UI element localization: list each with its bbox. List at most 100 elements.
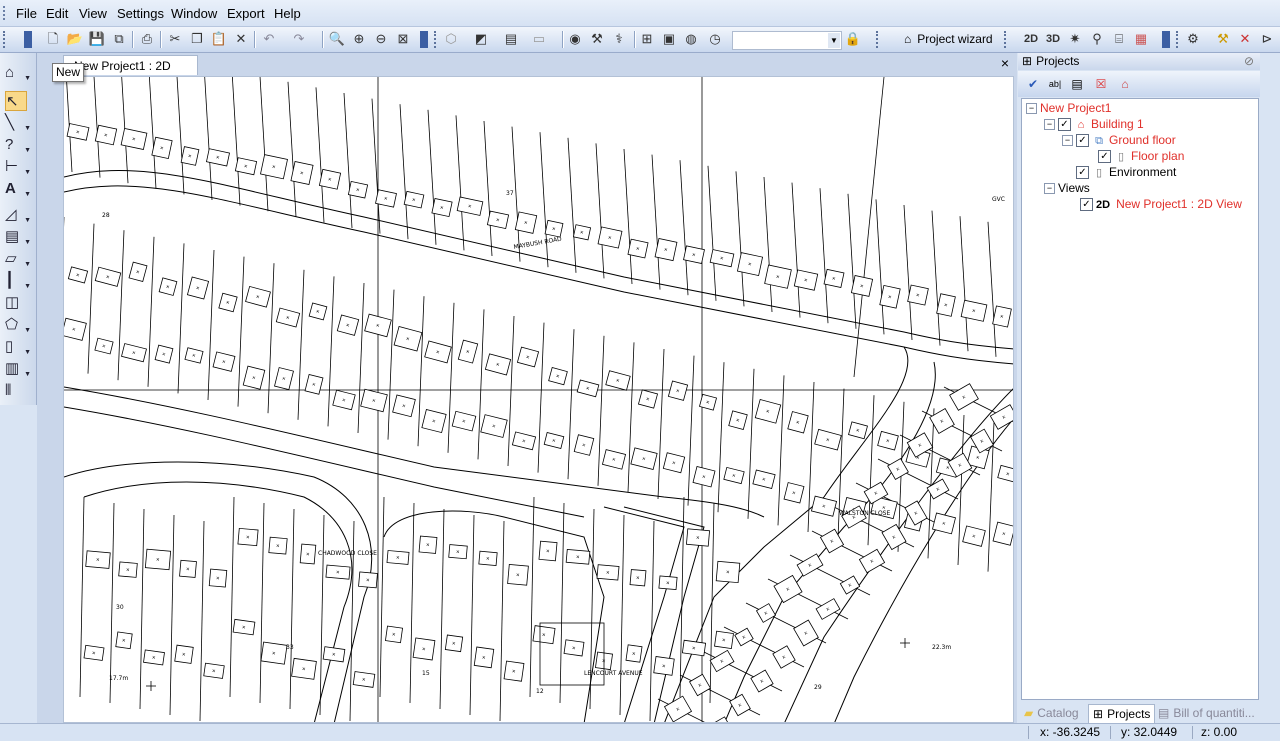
visibility-checkbox[interactable]: ✓ bbox=[1076, 134, 1089, 148]
project-wizard-button[interactable]: ⌂ Project wizard bbox=[904, 31, 993, 48]
building-icon[interactable]: ⌂ bbox=[1116, 75, 1134, 93]
toolbar-grip[interactable] bbox=[3, 31, 8, 48]
cut-icon[interactable]: ✂ bbox=[166, 30, 184, 48]
pin-icon[interactable]: ⊘ bbox=[1244, 53, 1254, 70]
line-tool-icon[interactable]: ╲ ▼ bbox=[5, 113, 31, 133]
clock-icon[interactable]: ◷ bbox=[706, 30, 724, 48]
stairs-icon[interactable]: ⌸ bbox=[1110, 30, 1128, 48]
brush-icon[interactable]: ⚕ bbox=[610, 30, 628, 48]
menu-file[interactable]: File bbox=[16, 6, 37, 21]
visibility-checkbox[interactable]: ✓ bbox=[1080, 198, 1093, 212]
toolbar-grip[interactable] bbox=[434, 31, 439, 48]
close-icon[interactable]: × bbox=[998, 56, 1012, 70]
tab-bill-of-quantities[interactable]: ▤ Bill of quantiti... bbox=[1158, 704, 1255, 722]
view-3d-button[interactable]: 3D bbox=[1044, 30, 1062, 48]
select-arrow-icon[interactable]: ↖ bbox=[5, 91, 27, 111]
view-select[interactable]: ▼ bbox=[732, 31, 842, 50]
frame-icon[interactable]: ▣ bbox=[660, 30, 678, 48]
rename-icon[interactable]: ab| bbox=[1046, 75, 1064, 93]
tree-node-views[interactable]: − Views bbox=[1044, 180, 1090, 196]
tree-node-floorplan[interactable]: ✓ ▯ Floor plan bbox=[1098, 148, 1184, 164]
render-icon[interactable]: ◉ bbox=[566, 30, 584, 48]
walk-icon[interactable]: ⚲ bbox=[1088, 30, 1106, 48]
visibility-checkbox[interactable]: ✓ bbox=[1058, 118, 1071, 132]
perspective-icon[interactable]: ◩ bbox=[472, 30, 490, 48]
toolbar-grip[interactable] bbox=[1004, 31, 1009, 48]
menu-help[interactable]: Help bbox=[274, 6, 301, 21]
texture-icon[interactable]: ▦ bbox=[1132, 30, 1150, 48]
paste-icon[interactable]: 📋 bbox=[210, 30, 228, 48]
roof-tool-icon[interactable]: ▤ ▼ bbox=[5, 227, 31, 247]
cube-icon[interactable]: ⬡ bbox=[442, 30, 460, 48]
object-tool-icon[interactable]: ◫ bbox=[5, 293, 31, 313]
toolbar-overflow[interactable] bbox=[24, 31, 32, 48]
undo-icon[interactable]: ↶ bbox=[260, 30, 278, 48]
toolbar-grip[interactable] bbox=[1176, 31, 1181, 48]
toolbar-overflow[interactable] bbox=[1162, 31, 1170, 48]
delete-icon[interactable]: ☒ bbox=[1092, 75, 1110, 93]
tree-node-floor[interactable]: − ✓ ⧉ Ground floor bbox=[1062, 132, 1176, 148]
visibility-checkbox[interactable]: ✓ bbox=[1098, 150, 1111, 164]
dimension-tool-icon[interactable]: ⊢ ▼ bbox=[5, 157, 31, 177]
measure-tool-icon[interactable]: ? ▼ bbox=[5, 135, 31, 155]
toolbar-overflow[interactable] bbox=[420, 31, 428, 48]
tab-projects[interactable]: ⊞ Projects bbox=[1088, 704, 1156, 724]
visibility-checkbox[interactable]: ✓ bbox=[1076, 166, 1089, 180]
redo-icon[interactable]: ↷ bbox=[290, 30, 308, 48]
slab-tool-icon[interactable]: ▱ ▼ bbox=[5, 249, 31, 269]
open-icon[interactable]: 📂 bbox=[66, 30, 84, 48]
remove-icon[interactable]: ✕ bbox=[1236, 30, 1254, 48]
properties-icon[interactable]: ▤ bbox=[1068, 75, 1086, 93]
zoom-fit-icon[interactable]: ⊠ bbox=[394, 30, 412, 48]
sun-icon[interactable]: ✷ bbox=[1066, 30, 1084, 48]
column-tool-icon[interactable]: ┃ ▼ bbox=[5, 271, 31, 291]
zoom-out-icon[interactable]: ⊖ bbox=[372, 30, 390, 48]
collapse-icon[interactable]: − bbox=[1062, 135, 1073, 147]
map-drawing[interactable]: × ×××× ×× ××××× ×× ×× ××××× ×××××× ××× ××××××××××… bbox=[64, 77, 1014, 723]
menu-edit[interactable]: Edit bbox=[46, 6, 68, 21]
stairs-tool-icon[interactable]: ◿ ▼ bbox=[5, 205, 31, 225]
globe-icon[interactable]: ◍ bbox=[682, 30, 700, 48]
check-icon[interactable]: ✔ bbox=[1024, 75, 1042, 93]
tree-node-environment[interactable]: ✓ ▯ Environment bbox=[1076, 164, 1176, 180]
menu-grip[interactable] bbox=[3, 6, 8, 20]
menu-export[interactable]: Export bbox=[227, 6, 265, 21]
menu-view[interactable]: View bbox=[79, 6, 107, 21]
rectangle-icon[interactable]: ▭ bbox=[530, 30, 548, 48]
tree-node-project[interactable]: − New Project1 bbox=[1026, 100, 1111, 116]
room-tool-icon[interactable]: ⬠ ▼ bbox=[5, 315, 31, 335]
collapse-icon[interactable]: − bbox=[1044, 119, 1055, 131]
menu-window[interactable]: Window bbox=[171, 6, 217, 21]
tree-node-2d-view[interactable]: ✓ 2D New Project1 : 2D View bbox=[1080, 196, 1242, 212]
text-tool-icon[interactable]: A ▼ bbox=[5, 179, 31, 199]
menu-settings[interactable]: Settings bbox=[117, 6, 164, 21]
wrench-icon[interactable]: ⚙ bbox=[1184, 30, 1202, 48]
save-all-icon[interactable]: ⧉ bbox=[110, 30, 128, 48]
save-icon[interactable]: 💾 bbox=[88, 30, 106, 48]
chevron-down-icon[interactable]: ▼ bbox=[828, 33, 840, 48]
collapse-icon[interactable]: − bbox=[1026, 103, 1037, 115]
delete-icon[interactable]: ✕ bbox=[232, 30, 250, 48]
grid-icon[interactable]: ⊞ bbox=[638, 30, 656, 48]
copy-icon[interactable]: ❐ bbox=[188, 30, 206, 48]
tree-node-building[interactable]: − ✓ ⌂ Building 1 bbox=[1044, 116, 1144, 132]
zoom-icon[interactable]: 🔍 bbox=[328, 30, 346, 48]
hammer-icon[interactable]: ⚒ bbox=[1214, 30, 1232, 48]
lock-icon[interactable]: 🔒 bbox=[844, 30, 862, 48]
print-icon[interactable]: ⎙ bbox=[138, 30, 156, 48]
collapse-icon[interactable]: − bbox=[1044, 183, 1055, 195]
railing-tool-icon[interactable]: ⫴ bbox=[5, 381, 31, 401]
tools-icon[interactable]: ⚒ bbox=[588, 30, 606, 48]
new-icon[interactable]: 🗋 bbox=[44, 30, 62, 48]
door-tool-icon[interactable]: ▯ ▼ bbox=[5, 337, 31, 357]
wall-tool-icon[interactable]: ⌂ ▼ bbox=[5, 63, 31, 83]
pin-icon[interactable]: ⊳ bbox=[1258, 30, 1276, 48]
window-tool-icon[interactable]: ▥ ▼ bbox=[5, 359, 31, 379]
house-footprint: × bbox=[773, 574, 803, 604]
toolbar-grip[interactable] bbox=[876, 31, 881, 48]
zoom-in-icon[interactable]: ⊕ bbox=[350, 30, 368, 48]
tab-catalog[interactable]: ▰ Catalog bbox=[1024, 704, 1079, 722]
view-2d-button[interactable]: 2D bbox=[1022, 30, 1040, 48]
layers-icon[interactable]: ▤ bbox=[502, 30, 520, 48]
2d-view-canvas[interactable]: × × × × × × × × × × × × × × × × × × × × × × × × × × × × × × × × × × × × × × × ×… bbox=[63, 76, 1014, 723]
